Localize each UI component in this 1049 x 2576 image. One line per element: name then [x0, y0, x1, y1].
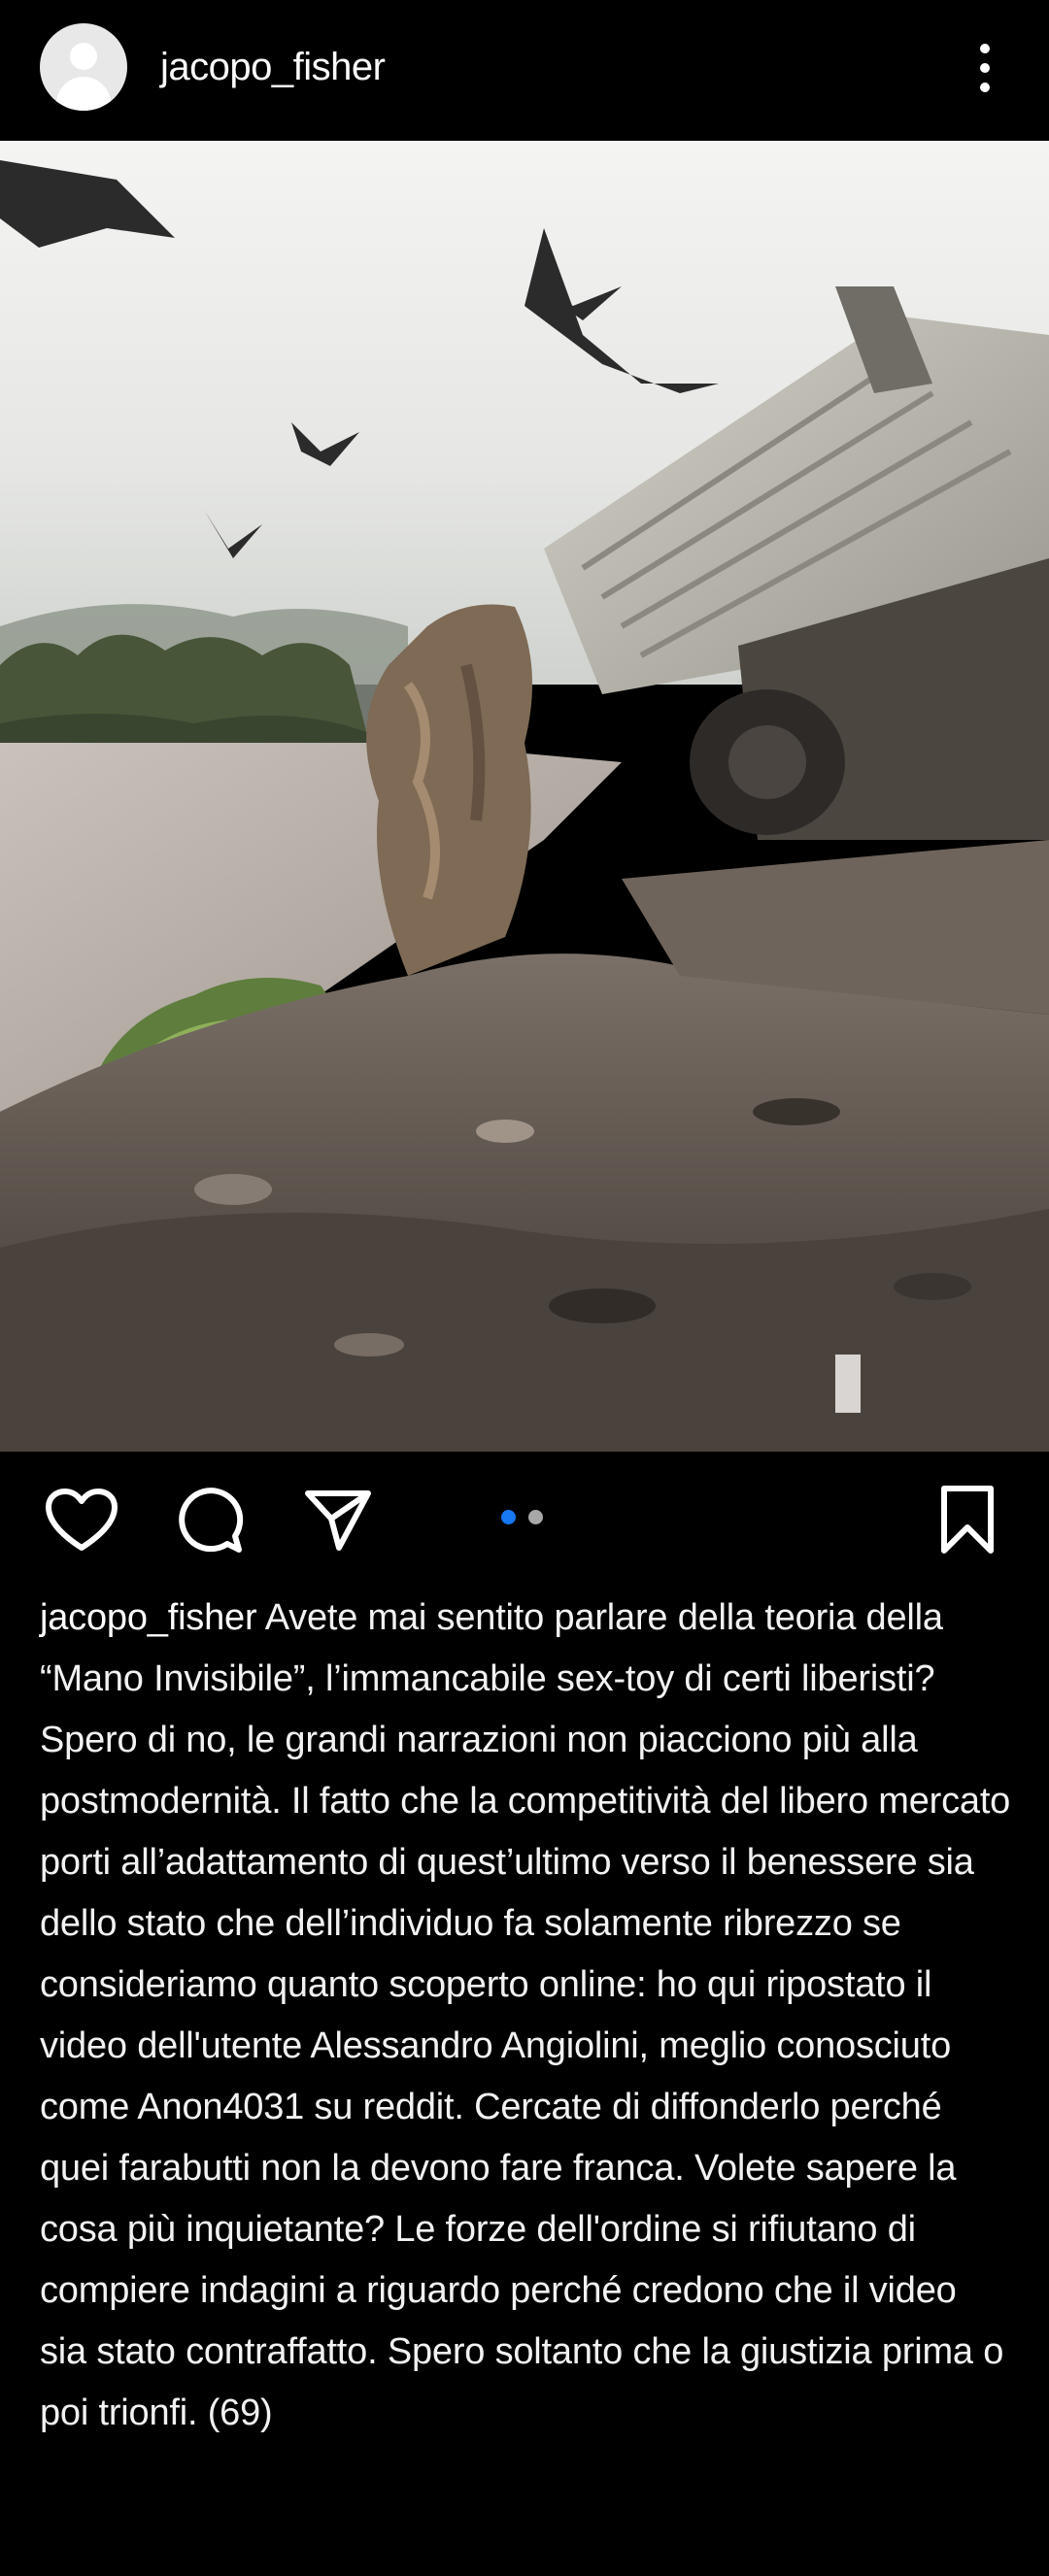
comment-icon[interactable] — [175, 1486, 245, 1556]
avatar-body-shape — [56, 77, 111, 111]
avatar-head-shape — [70, 43, 97, 70]
post-image[interactable] — [0, 141, 1049, 1452]
post-username[interactable]: jacopo_fisher — [160, 43, 386, 91]
heart-icon[interactable] — [45, 1488, 118, 1554]
landfill-photo — [0, 141, 1049, 1452]
carousel-dot[interactable] — [528, 1510, 543, 1524]
send-icon[interactable] — [304, 1488, 372, 1552]
caption-username[interactable]: jacopo_fisher — [40, 1597, 257, 1638]
caption-text: Avete mai sentito parlare della teoria d… — [40, 1597, 1011, 2433]
post-caption: jacopo_fisher Avete mai sentito parlare … — [40, 1588, 1011, 2444]
carousel-dot-active[interactable] — [501, 1510, 516, 1524]
avatar[interactable] — [40, 23, 127, 111]
post-header: jacopo_fisher — [0, 0, 1049, 141]
more-vertical-icon[interactable] — [965, 35, 1004, 101]
carousel-indicator — [501, 1510, 544, 1525]
bookmark-icon[interactable] — [938, 1485, 997, 1555]
